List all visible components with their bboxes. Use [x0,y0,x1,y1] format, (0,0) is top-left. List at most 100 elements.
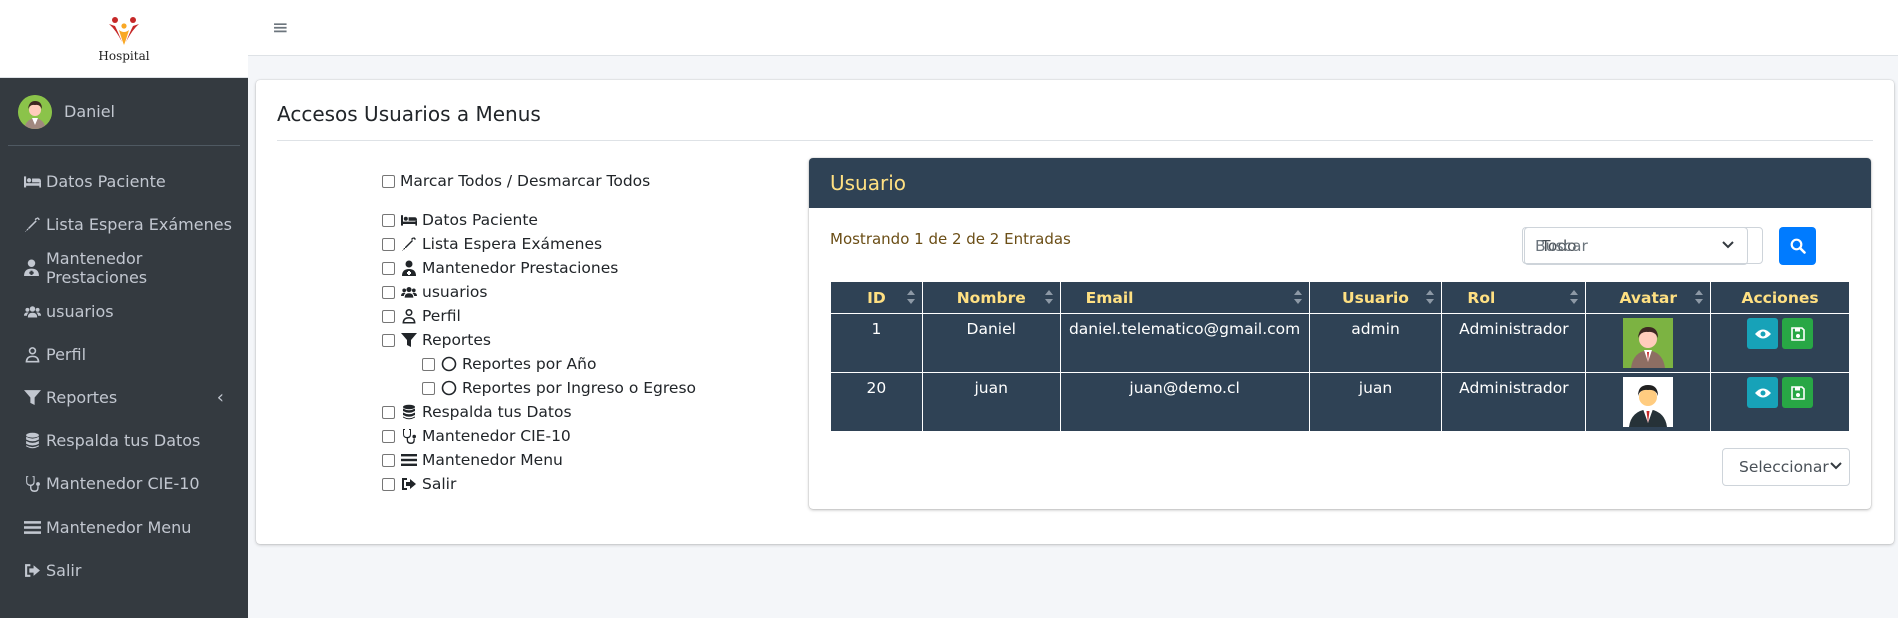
users-icon [22,301,42,321]
access-card: Accesos Usuarios a Menus Marcar Todos / … [256,80,1894,544]
sidebar-item-label: Reportes [46,388,118,408]
sidebar-item-mantenedor-menu[interactable]: Mantenedor Menu [0,506,248,549]
user-panel[interactable]: Daniel [8,78,240,146]
checkbox[interactable] [382,429,395,443]
cell-rol: Administrador [1441,372,1587,432]
search-placeholder: Buscar [1535,236,1588,255]
search-input[interactable]: Buscar [1522,227,1763,264]
database-icon [22,431,42,451]
sidebar-item-label: usuarios [46,301,114,321]
cell-avatar [1585,372,1712,432]
checkbox-reportes-ingreso-egreso[interactable]: Reportes por Ingreso o Egreso [422,377,696,399]
checkbox[interactable] [382,213,395,227]
column-header-avatar[interactable]: Avatar [1585,281,1712,314]
checkbox[interactable] [382,453,395,467]
sort-icon [1570,290,1579,304]
pager-select-value: Seleccionar [1739,458,1829,476]
cell-acciones [1710,372,1850,432]
menu-toggle-icon[interactable]: ≡ [272,16,294,38]
save-button[interactable] [1782,377,1814,408]
checkbox-label: Salir [422,475,457,493]
checkbox[interactable] [382,477,395,491]
checkbox[interactable] [382,309,395,323]
checkbox-perfil[interactable]: Perfil [382,305,461,327]
checkbox[interactable] [382,174,395,188]
checkbox-mantenedor-menu[interactable]: Mantenedor Menu [382,449,563,471]
cell-usuario: admin [1308,313,1443,373]
search-icon [1790,238,1806,254]
checkbox-respalda-datos[interactable]: Respalda tus Datos [382,401,572,423]
chevron-down-icon [1830,462,1842,470]
sidebar-item-label: Mantenedor Menu [46,517,192,537]
checkbox-usuarios[interactable]: usuarios [382,281,487,303]
sidebar-item-mantenedor-cie10[interactable]: Mantenedor CIE-10 [0,462,248,505]
users-panel-title: Usuario [830,171,907,195]
checkbox-datos-paciente[interactable]: Datos Paciente [382,209,538,231]
checkbox[interactable] [382,333,395,347]
column-header-rol[interactable]: Rol [1441,281,1587,314]
sort-icon [1293,290,1302,304]
sort-icon [1426,290,1435,304]
pager-select[interactable]: Seleccionar [1722,448,1850,486]
checkbox-mantenedor-prestaciones[interactable]: Mantenedor Prestaciones [382,257,618,279]
column-header-acciones: Acciones [1710,281,1850,314]
brand-link[interactable]: Hospital [0,0,248,78]
title-divider [277,140,1873,141]
sidebar-item-reportes[interactable]: Reportes ‹ [0,376,248,419]
cell-nombre: Daniel [921,313,1061,373]
view-button[interactable] [1747,377,1779,408]
sidebar-item-mantenedor-prestaciones[interactable]: Mantenedor Prestaciones [0,246,248,289]
entries-info: Mostrando 1 de 2 de 2 Entradas [830,230,1071,248]
top-navbar: ≡ [248,0,1898,56]
sidebar-item-label: Lista Espera Exámenes [46,215,232,235]
view-button[interactable] [1747,318,1779,349]
column-header-email[interactable]: Email [1059,281,1310,314]
sidebar-item-respalda-datos[interactable]: Respalda tus Datos [0,419,248,462]
syringe-icon [400,235,418,253]
user-avatar [18,94,52,129]
sidebar-item-salir[interactable]: Salir [0,549,248,592]
sidebar-item-lista-espera[interactable]: Lista Espera Exámenes [0,203,248,246]
sidebar-item-label: Perfil [46,344,87,364]
checkbox-mantenedor-cie10[interactable]: Mantenedor CIE-10 [382,425,571,447]
cell-rol: Administrador [1441,313,1587,373]
checkbox[interactable] [382,405,395,419]
cell-id: 1 [830,313,923,373]
circle-icon [440,355,458,373]
checkbox-salir[interactable]: Salir [382,473,456,495]
sidebar-item-usuarios[interactable]: usuarios [0,290,248,333]
sidebar-item-label: Respalda tus Datos [46,431,201,451]
save-icon [1790,385,1805,400]
checkbox-label: Reportes [422,331,491,349]
column-header-usuario[interactable]: Usuario [1308,281,1443,314]
checkbox[interactable] [422,357,435,371]
sidebar-item-datos-paciente[interactable]: Datos Paciente [0,160,248,203]
toggle-all-checkbox[interactable]: Marcar Todos / Desmarcar Todos [382,170,650,192]
checkbox-lista-espera[interactable]: Lista Espera Exámenes [382,233,602,255]
cell-email: juan@demo.cl [1059,372,1310,432]
save-button[interactable] [1782,318,1814,349]
sort-icon [1044,290,1053,304]
user-icon [400,307,418,325]
checkbox-label: Datos Paciente [422,211,538,229]
user-doctor-icon [22,258,42,278]
checkbox-reportes-por-ano[interactable]: Reportes por Año [422,353,596,375]
checkbox[interactable] [382,237,395,251]
column-header-nombre[interactable]: Nombre [921,281,1061,314]
checkbox[interactable] [382,261,395,275]
sidebar-item-label: Datos Paciente [46,172,166,192]
user-name: Daniel [64,102,115,121]
table-row: 20 juan juan@demo.cl juan Administrador [830,372,1850,432]
search-button[interactable] [1779,227,1816,265]
checkbox[interactable] [422,381,435,395]
column-header-id[interactable]: ID [830,281,923,314]
sidebar-item-perfil[interactable]: Perfil [0,333,248,376]
checkbox[interactable] [382,285,395,299]
checkbox-label: Reportes por Año [462,355,597,373]
cell-acciones [1710,313,1850,373]
bed-icon [22,172,42,192]
cell-id: 20 [830,372,923,432]
chevron-left-icon[interactable]: ‹ [217,387,224,408]
checkbox-reportes[interactable]: Reportes [382,329,491,351]
eye-icon [1754,329,1771,338]
